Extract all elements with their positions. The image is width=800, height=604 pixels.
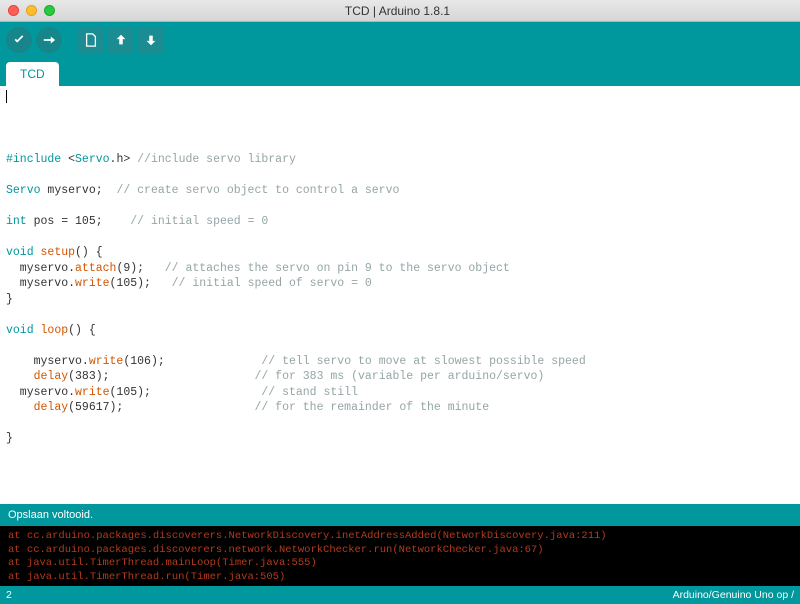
check-icon <box>12 33 26 47</box>
minimize-icon[interactable] <box>26 5 37 16</box>
open-button[interactable] <box>108 27 134 53</box>
zoom-icon[interactable] <box>44 5 55 16</box>
board-info: Arduino/Genuino Uno op / <box>673 589 794 601</box>
upload-button[interactable] <box>36 27 62 53</box>
text-cursor <box>6 90 7 103</box>
arrow-up-icon <box>114 33 128 47</box>
tab-tcd[interactable]: TCD <box>6 62 59 86</box>
footer-bar: 2 Arduino/Genuino Uno op / <box>0 586 800 604</box>
window-title: TCD | Arduino 1.8.1 <box>55 4 740 18</box>
toolbar <box>0 22 800 58</box>
new-button[interactable] <box>78 27 104 53</box>
console-output[interactable]: at cc.arduino.packages.discoverers.Netwo… <box>0 526 800 586</box>
status-bar: Opslaan voltooid. <box>0 504 800 526</box>
save-button[interactable] <box>138 27 164 53</box>
arrow-down-icon <box>144 33 158 47</box>
window-controls <box>8 5 55 16</box>
code-editor[interactable]: #include <Servo.h> //include servo libra… <box>0 86 800 504</box>
close-icon[interactable] <box>8 5 19 16</box>
line-number: 2 <box>6 589 12 601</box>
status-text: Opslaan voltooid. <box>8 509 93 521</box>
titlebar: TCD | Arduino 1.8.1 <box>0 0 800 22</box>
file-icon <box>84 33 98 47</box>
verify-button[interactable] <box>6 27 32 53</box>
arrow-right-icon <box>42 33 56 47</box>
tab-bar: TCD <box>0 58 800 86</box>
